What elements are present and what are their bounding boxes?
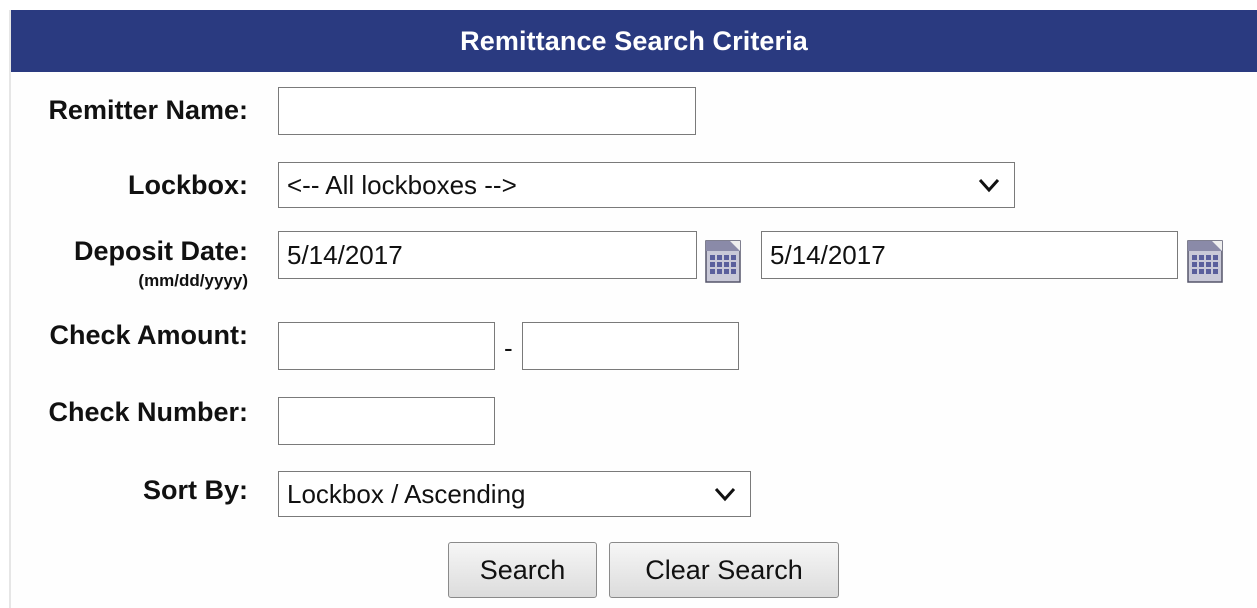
deposit-date-format-hint: (mm/dd/yyyy) <box>138 271 248 290</box>
sort-by-select-value: Lockbox / Ascending <box>287 479 526 509</box>
check-amount-to-input[interactable] <box>522 322 739 370</box>
remitter-name-input[interactable] <box>278 87 696 135</box>
sort-by-label: Sort By: <box>142 475 248 505</box>
lockbox-select[interactable]: <-- All lockboxes --> <box>278 162 1015 208</box>
lockbox-select-value: <-- All lockboxes --> <box>287 170 517 200</box>
lockbox-label: Lockbox: <box>127 170 248 200</box>
panel-header: Remittance Search Criteria <box>11 10 1257 72</box>
chevron-down-icon <box>714 487 736 502</box>
clear-search-button[interactable]: Clear Search <box>609 542 839 598</box>
check-number-label: Check Number: <box>48 397 248 427</box>
search-criteria-panel: Remittance Search Criteria Remitter Name… <box>9 10 1257 608</box>
check-number-input[interactable] <box>278 397 495 445</box>
check-amount-label: Check Amount: <box>49 320 248 350</box>
search-button[interactable]: Search <box>448 542 597 598</box>
calendar-icon[interactable] <box>1186 238 1224 284</box>
deposit-date-label: Deposit Date: <box>73 236 248 266</box>
chevron-down-icon <box>978 178 1000 193</box>
check-amount-from-input[interactable] <box>278 322 495 370</box>
remitter-name-label: Remitter Name: <box>48 95 248 125</box>
sort-by-select[interactable]: Lockbox / Ascending <box>278 471 751 517</box>
deposit-date-to-input[interactable]: 5/14/2017 <box>761 231 1178 279</box>
check-amount-separator: - <box>504 333 513 363</box>
deposit-date-from-input[interactable]: 5/14/2017 <box>278 231 697 279</box>
calendar-icon[interactable] <box>704 238 742 284</box>
